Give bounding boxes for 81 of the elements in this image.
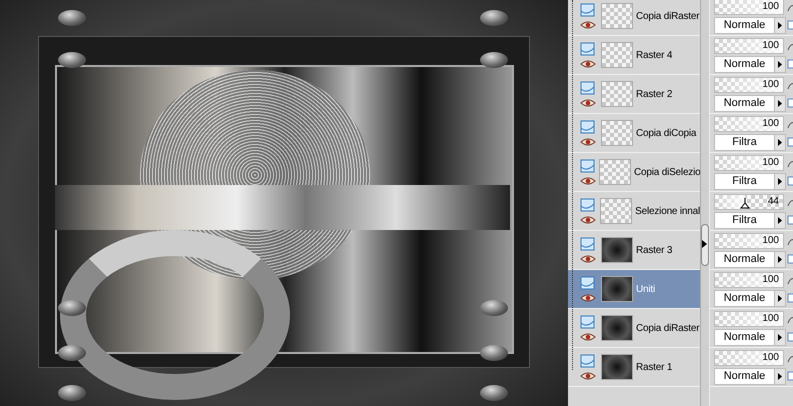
caret-icon — [778, 256, 782, 262]
layer-icon — [580, 315, 595, 329]
layer-row[interactable]: Raster 2 — [568, 75, 700, 114]
caret-icon — [778, 294, 782, 302]
layer-row[interactable]: Raster 4 — [568, 36, 700, 75]
layer-thumbnail — [601, 3, 633, 29]
layer-thumbnail — [601, 237, 633, 263]
caret-icon — [778, 178, 782, 184]
opacity-value: 100 — [762, 352, 779, 362]
opacity-slider[interactable]: 100 — [714, 310, 784, 326]
caret-icon — [778, 216, 782, 224]
layer-name: Raster 3 — [636, 244, 672, 256]
eye-icon[interactable] — [580, 177, 596, 185]
opacity-slider[interactable]: 100 — [714, 76, 784, 92]
eye-icon[interactable] — [580, 138, 596, 146]
caret-icon — [778, 100, 782, 106]
caret-icon — [778, 60, 782, 68]
opacity-value: 100 — [762, 118, 779, 128]
opacity-slider[interactable]: 100 — [714, 232, 784, 248]
layer-name: Raster 4 — [636, 50, 672, 60]
opacity-slider[interactable]: 100 — [714, 0, 784, 14]
opacity-value: 44 — [768, 196, 779, 206]
layer-row[interactable]: Selezione innal — [568, 192, 700, 231]
opacity-slider[interactable]: 100 — [714, 350, 784, 366]
opacity-slider[interactable]: 100 — [714, 154, 784, 170]
layer-icon — [580, 120, 595, 134]
layer-icon — [580, 237, 595, 251]
opacity-value: 100 — [762, 0, 779, 12]
layer-thumbnail — [600, 198, 632, 224]
eye-icon[interactable] — [580, 216, 596, 224]
layer-row[interactable]: Raster 1 — [568, 348, 700, 387]
layer-name: Raster 2 — [636, 88, 672, 100]
eye-icon[interactable] — [580, 333, 596, 341]
layer-row[interactable]: Copia diRaster — [568, 309, 700, 348]
layer-thumbnail — [601, 315, 633, 341]
panel-splitter-handle[interactable] — [701, 224, 709, 266]
caret-icon — [778, 22, 782, 28]
opacity-value: 100 — [762, 40, 779, 50]
caret-icon — [702, 240, 707, 248]
layer-icon — [580, 159, 595, 173]
eye-icon[interactable] — [580, 99, 596, 107]
opacity-slider[interactable]: 44 — [714, 194, 784, 210]
opacity-slider[interactable]: 100 — [714, 116, 784, 132]
slider-thumb[interactable] — [740, 198, 750, 208]
layer-icon — [580, 354, 595, 368]
caret-icon — [778, 138, 782, 146]
caret-icon — [778, 334, 782, 340]
layer-thumbnail — [599, 159, 631, 185]
opacity-value: 100 — [762, 274, 779, 284]
eye-icon[interactable] — [580, 255, 596, 263]
layer-icon — [580, 42, 595, 56]
layer-icon — [580, 198, 595, 212]
layer-name: Copia diSelezio — [634, 166, 700, 178]
layer-row[interactable]: Copia diRaster — [568, 0, 700, 36]
opacity-value: 100 — [762, 78, 779, 90]
layer-thumbnail — [601, 81, 633, 107]
layer-thumbnail — [601, 42, 633, 68]
eye-icon[interactable] — [580, 60, 596, 68]
layer-name: Copia diRaster — [636, 10, 700, 22]
opacity-value: 100 — [762, 234, 779, 246]
layer-row[interactable]: Copia diSelezio — [568, 153, 700, 192]
caret-icon — [778, 372, 782, 380]
layer-name: Copia diRaster — [636, 322, 700, 334]
layer-thumbnail — [601, 276, 633, 302]
opacity-slider[interactable]: 100 — [714, 272, 784, 288]
eye-icon[interactable] — [580, 21, 596, 29]
layer-thumbnail — [601, 354, 633, 380]
layer-name: Selezione innal — [635, 206, 700, 216]
eye-icon[interactable] — [580, 294, 596, 302]
layer-name: Raster 1 — [636, 362, 672, 372]
eye-icon[interactable] — [580, 372, 596, 380]
opacity-value: 100 — [762, 156, 779, 168]
layer-icon — [580, 81, 595, 95]
opacity-slider[interactable]: 100 — [714, 38, 784, 54]
opacity-value: 100 — [762, 312, 779, 324]
layer-icon — [580, 3, 595, 17]
layer-thumbnail — [601, 120, 633, 146]
layer-row[interactable]: Copia diCopia — [568, 114, 700, 153]
layer-name: Copia diCopia — [636, 128, 696, 138]
layer-name: Uniti — [636, 284, 656, 294]
layer-icon — [580, 276, 595, 290]
